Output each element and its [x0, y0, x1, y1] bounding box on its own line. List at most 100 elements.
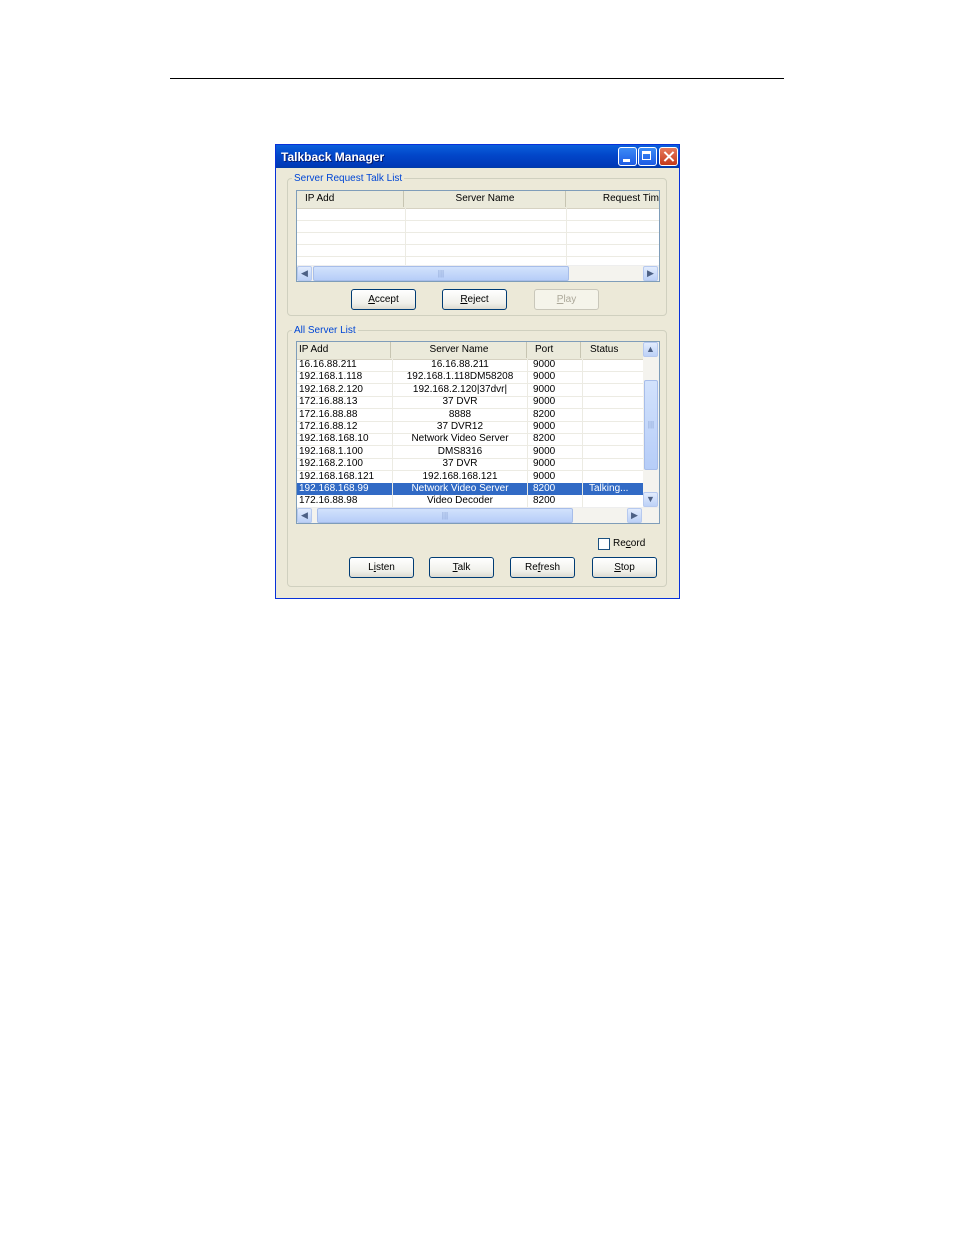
scroll-right-icon[interactable]: ▶ — [643, 266, 658, 281]
talk-button[interactable]: Talk — [429, 557, 494, 578]
cell-server-name: Network Video Server — [411, 433, 509, 445]
request-list-hscrollbar[interactable]: ◀ ||| ▶ — [297, 265, 659, 281]
stop-label-post: top — [620, 562, 635, 573]
record-checkbox[interactable] — [598, 538, 610, 550]
listen-label-post: sten — [375, 562, 395, 573]
column-header-ip[interactable]: IP Add — [297, 191, 404, 207]
table-row[interactable]: 192.168.2.100 37 DVR 9000 — [297, 458, 643, 472]
table-row[interactable]: 192.168.168.121 192.168.168.121 9000 — [297, 470, 645, 484]
window-title: Talkback Manager — [281, 150, 385, 164]
refresh-button[interactable]: Refresh — [510, 557, 575, 578]
cell-port: 8200 — [533, 433, 556, 445]
accept-label-key: A — [368, 294, 375, 305]
server-list-header: IP Add Server Name Port Status — [297, 342, 643, 360]
column-header-port[interactable]: Port — [527, 342, 581, 358]
scroll-thumb[interactable]: ||| — [317, 508, 573, 523]
cell-status — [589, 471, 645, 483]
cell-server-name: 8888 — [448, 408, 472, 420]
scroll-thumb[interactable]: ||| — [313, 266, 569, 281]
play-label-post: lay — [563, 294, 577, 305]
cell-status — [589, 421, 645, 433]
cell-status — [589, 433, 645, 445]
talk-label-post: alk — [457, 562, 471, 573]
table-row[interactable]: 192.168.1.100 DMS8316 9000 — [297, 445, 645, 459]
cell-port: 9000 — [533, 371, 556, 383]
table-row[interactable]: 172.16.88.12 37 DVR12 9000 — [297, 421, 645, 434]
all-server-list[interactable]: IP Add Server Name Port Status 16.16.88.… — [296, 341, 660, 524]
stop-button[interactable]: Stop — [592, 557, 657, 578]
cell-port: 9000 — [533, 470, 556, 482]
cell-server-name: 192.168.168.121 — [422, 470, 498, 482]
server-list-hscrollbar[interactable]: ◀ ||| ▶ — [297, 507, 659, 523]
refresh-label-pre: Re — [524, 562, 538, 573]
cell-status — [589, 409, 645, 421]
column-header-server-name[interactable]: Server Name — [405, 191, 566, 207]
table-row[interactable]: 16.16.88.211 16.16.88.211 9000 — [297, 359, 645, 372]
table-row[interactable]: 192.168.168.99 Network Video Server 8200 Ta… — [297, 483, 643, 495]
reject-label-key: R — [460, 294, 468, 305]
listen-button[interactable]: Listen — [349, 557, 414, 578]
reject-button[interactable]: Reject — [442, 289, 507, 310]
cell-status — [589, 359, 645, 371]
column-header-status[interactable]: Status — [582, 342, 643, 358]
cell-port: 8200 — [533, 483, 556, 494]
cell-status: Talking... — [589, 483, 629, 494]
scroll-up-icon[interactable]: ▲ — [643, 342, 658, 357]
cell-ip: 172.16.88.88 — [299, 408, 358, 420]
cell-port: 9000 — [533, 359, 556, 370]
scroll-right-icon[interactable]: ▶ — [627, 508, 642, 523]
cell-server-name: 192.168.2.120|37dvr| — [412, 383, 508, 395]
record-label-post: ord — [630, 538, 646, 549]
title-bar[interactable]: Talkback Manager — [276, 145, 679, 168]
scroll-left-icon[interactable]: ◀ — [297, 266, 312, 281]
cell-ip: 192.168.168.99 — [299, 483, 369, 494]
maximize-button[interactable] — [638, 147, 657, 166]
request-talk-list[interactable]: IP Add Server Name Request Tim ◀ ||| ▶ — [296, 190, 660, 282]
cell-server-name: Network Video Server — [411, 483, 509, 494]
cell-port: 9000 — [533, 421, 556, 432]
cell-ip: 16.16.88.211 — [299, 359, 357, 370]
play-button[interactable]: Play — [534, 289, 599, 310]
page-header-rule — [170, 78, 784, 79]
cell-ip: 192.168.2.100 — [299, 458, 363, 470]
accept-label-post: ccept — [374, 294, 399, 305]
cell-server-name: 37 DVR — [442, 458, 478, 470]
column-header-server-name[interactable]: Server Name — [392, 342, 527, 358]
server-list-vscrollbar[interactable]: ▲ ||| ▼ — [643, 342, 659, 507]
cell-ip: 192.168.1.100 — [299, 445, 363, 457]
table-row[interactable]: 192.168.2.120 192.168.2.120|37dvr| 9000 — [297, 383, 645, 397]
cell-port: 9000 — [533, 396, 556, 408]
table-row[interactable]: 192.168.168.10 Network Video Server 8200 — [297, 433, 645, 447]
cell-status — [589, 384, 645, 396]
server-request-legend: Server Request Talk List — [294, 173, 403, 184]
cell-port: 8200 — [533, 408, 556, 420]
minimize-button[interactable] — [618, 147, 637, 166]
cell-ip: 172.16.88.13 — [299, 396, 358, 408]
table-row[interactable]: 172.16.88.88 8888 8200 — [297, 408, 645, 422]
table-row[interactable]: 172.16.88.13 37 DVR 9000 — [297, 396, 645, 410]
cell-server-name: 192.168.1.118DM58208 — [406, 371, 514, 383]
refresh-label-post: resh — [540, 562, 561, 573]
close-button[interactable] — [659, 147, 678, 166]
cell-ip: 172.16.88.12 — [299, 421, 358, 432]
table-row[interactable]: 192.168.1.118 192.168.1.118DM58208 9000 — [297, 371, 645, 385]
column-header-ip[interactable]: IP Add — [297, 342, 391, 358]
table-row[interactable]: 172.16.88.98 Video Decoder 8200 — [297, 495, 645, 509]
cell-ip: 172.16.88.98 — [299, 495, 358, 507]
cell-status — [589, 371, 645, 383]
scroll-thumb[interactable]: ||| — [644, 380, 658, 470]
scroll-down-icon[interactable]: ▼ — [643, 492, 658, 507]
cell-server-name: 37 DVR12 — [436, 421, 484, 432]
accept-button[interactable]: Accept — [351, 289, 416, 310]
cell-ip: 192.168.168.121 — [299, 470, 375, 482]
cell-status — [589, 495, 645, 507]
cell-status — [589, 446, 645, 458]
column-header-request-time[interactable]: Request Tim — [567, 191, 659, 207]
cell-status — [589, 396, 645, 408]
cell-ip: 192.168.2.120 — [299, 383, 363, 395]
record-label[interactable]: Record — [613, 537, 645, 551]
reject-label-post: eject — [467, 294, 489, 305]
cell-port: 8200 — [533, 495, 556, 507]
scroll-left-icon[interactable]: ◀ — [297, 508, 312, 523]
cell-port: 9000 — [533, 458, 556, 470]
